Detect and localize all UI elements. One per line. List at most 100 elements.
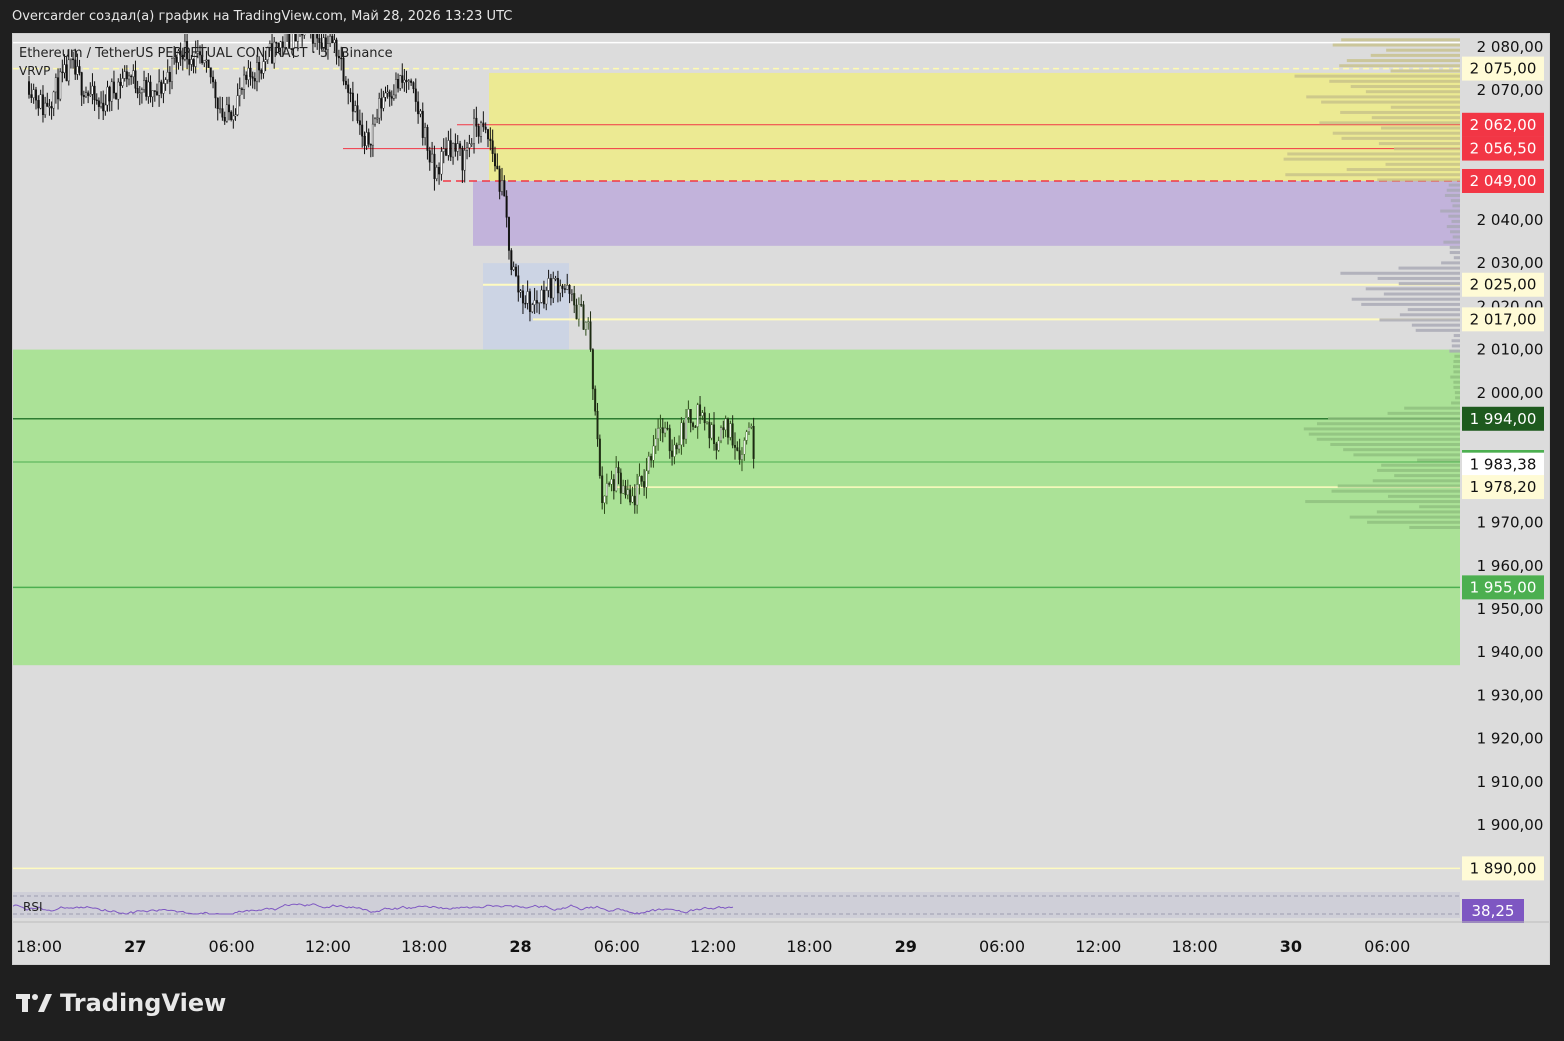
candle-body: [89, 94, 92, 96]
time-tick-label: 28: [509, 937, 531, 956]
candle-body: [638, 475, 641, 485]
volume-bar: [1450, 230, 1460, 234]
volume-bar: [1394, 474, 1460, 478]
candle-body: [149, 81, 152, 98]
price-label-text: 2 075,00: [1470, 60, 1537, 78]
candle-body: [344, 80, 347, 85]
volume-bar: [1306, 95, 1460, 99]
candle-body: [591, 349, 594, 390]
volume-bar: [1443, 240, 1460, 244]
candle-body: [556, 278, 559, 294]
candle-body: [361, 124, 364, 137]
candle-body: [512, 266, 515, 270]
price-label-text: 2 062,00: [1470, 116, 1537, 134]
candle-body: [260, 69, 263, 74]
price-chart-svg[interactable]: 2 080,002 070,002 040,002 030,002 020,00…: [13, 34, 1550, 965]
candle-body: [421, 110, 424, 138]
candle-body: [624, 485, 627, 496]
candle-body: [510, 250, 513, 270]
candle-body: [736, 447, 739, 451]
volume-bar: [1376, 510, 1460, 514]
candle-body: [296, 34, 299, 42]
candle-body: [46, 102, 49, 107]
candle-body: [80, 72, 83, 96]
zone-demand-green: [13, 349, 1460, 666]
candle-body: [745, 431, 748, 441]
candle-body: [37, 99, 40, 109]
candle-body: [535, 300, 538, 304]
candle-body: [331, 35, 334, 44]
tradingview-wordmark: TradingView: [60, 989, 227, 1017]
candle-body: [587, 321, 590, 323]
candle-body: [694, 426, 697, 428]
volume-bar: [1321, 100, 1460, 104]
candle-body: [228, 104, 231, 113]
candle-body: [410, 80, 413, 83]
candle-body: [374, 118, 377, 125]
candle-body: [112, 81, 115, 94]
candle-body: [294, 34, 297, 42]
volume-bar: [1399, 313, 1460, 317]
volume-bar: [1381, 463, 1460, 467]
tradingview-logo[interactable]: TradingView: [16, 989, 226, 1017]
volume-bar: [1451, 344, 1460, 348]
volume-bar: [1377, 276, 1460, 280]
candle-body: [466, 147, 469, 151]
candle-body: [654, 438, 657, 447]
candle-body: [147, 81, 150, 97]
price-label-text: 2 025,00: [1470, 276, 1537, 294]
candle-body: [456, 143, 459, 152]
volume-bar: [1340, 271, 1460, 275]
candle-body: [76, 66, 79, 75]
candle-body: [440, 151, 443, 175]
candle-body: [547, 278, 550, 291]
candle-body: [533, 300, 536, 305]
symbol-legend[interactable]: Ethereum / TetherUS PERPETUAL CONTRACT ·…: [19, 46, 393, 61]
time-tick-label: 06:00: [979, 937, 1025, 956]
candle-body: [115, 92, 118, 100]
candle-body: [494, 153, 497, 167]
candle-body: [162, 83, 165, 94]
chart-frame[interactable]: 2 080,00 2 070,00 2 040,00 2 030,00 2 020,00…: [12, 33, 1550, 965]
candle-body: [540, 289, 543, 303]
zone-supply-purple: [473, 180, 1460, 246]
candle-body: [645, 470, 648, 488]
candle-body: [489, 138, 492, 141]
candle-body: [143, 80, 146, 90]
candle-body: [236, 95, 239, 115]
price-label-text: 2 049,00: [1470, 172, 1537, 190]
candle-body: [473, 117, 476, 144]
volume-bar: [1452, 235, 1460, 239]
volume-bar: [1337, 484, 1460, 488]
candle-body: [659, 427, 662, 429]
candle-body: [633, 495, 636, 506]
candle-body: [710, 424, 713, 439]
price-label-yellow: 1 978,20: [1462, 475, 1544, 500]
candle-body: [500, 180, 503, 192]
volume-bar: [1283, 157, 1460, 161]
volume-bar: [1381, 126, 1460, 130]
candle-body: [333, 39, 336, 44]
volume-bar: [1328, 417, 1460, 421]
candle-body: [589, 321, 592, 350]
candle-body: [262, 61, 265, 74]
price-label-red: 2 049,00: [1462, 168, 1544, 193]
volume-bar: [1386, 48, 1460, 52]
candle-body: [482, 122, 485, 128]
rsi-legend[interactable]: RSI: [23, 900, 43, 914]
time-tick-label: 18:00: [786, 937, 832, 956]
candle-body: [687, 409, 690, 418]
volume-bar: [1287, 152, 1460, 156]
candle-body: [706, 421, 709, 424]
candle-body: [582, 304, 585, 330]
candle-body: [243, 74, 246, 90]
candle-body: [255, 62, 258, 82]
candle-body: [275, 41, 278, 44]
candle-body: [128, 75, 131, 80]
indicator-legend[interactable]: VRVP: [19, 64, 50, 78]
candle-body: [367, 132, 370, 145]
price-tick-label: 1 900,00: [1477, 816, 1544, 834]
volume-bar: [1387, 494, 1460, 498]
candle-body: [403, 79, 406, 83]
candle-body: [652, 445, 655, 461]
